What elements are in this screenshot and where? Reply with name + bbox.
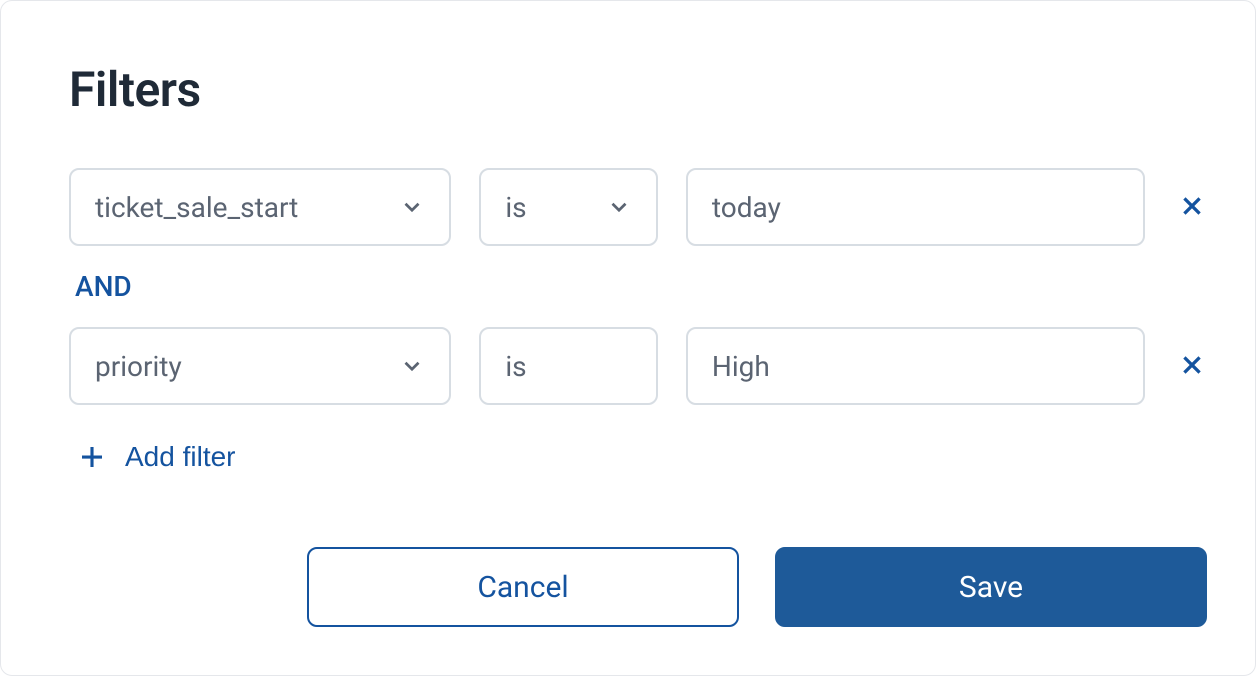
add-filter-button[interactable]: Add filter [77, 441, 236, 473]
operator-select[interactable]: is [479, 168, 658, 246]
value-input[interactable] [686, 327, 1145, 405]
chevron-down-icon [606, 194, 632, 220]
value-input[interactable] [686, 168, 1145, 246]
field-select-value: ticket_sale_start [95, 191, 298, 224]
close-icon [1179, 352, 1205, 381]
operator-select-value: is [505, 191, 526, 224]
chevron-down-icon [399, 194, 425, 220]
filter-row: priority is [69, 327, 1207, 405]
operator-select[interactable]: is [479, 327, 658, 405]
remove-filter-button[interactable] [1177, 351, 1207, 381]
field-select-value: priority [95, 350, 182, 383]
filters-container: ticket_sale_start is AND priorit [69, 168, 1207, 547]
chevron-down-icon [399, 353, 425, 379]
plus-icon [77, 442, 107, 472]
logical-operator-label: AND [75, 270, 1207, 303]
remove-filter-button[interactable] [1177, 192, 1207, 222]
dialog-actions: Cancel Save [69, 547, 1207, 627]
dialog-title: Filters [69, 61, 1207, 118]
cancel-button[interactable]: Cancel [307, 547, 739, 627]
operator-select-value: is [505, 350, 526, 383]
filters-dialog: Filters ticket_sale_start is [0, 0, 1256, 676]
field-select[interactable]: priority [69, 327, 451, 405]
filter-row: ticket_sale_start is [69, 168, 1207, 246]
add-filter-label: Add filter [125, 441, 236, 473]
save-button[interactable]: Save [775, 547, 1207, 627]
field-select[interactable]: ticket_sale_start [69, 168, 451, 246]
close-icon [1179, 193, 1205, 222]
